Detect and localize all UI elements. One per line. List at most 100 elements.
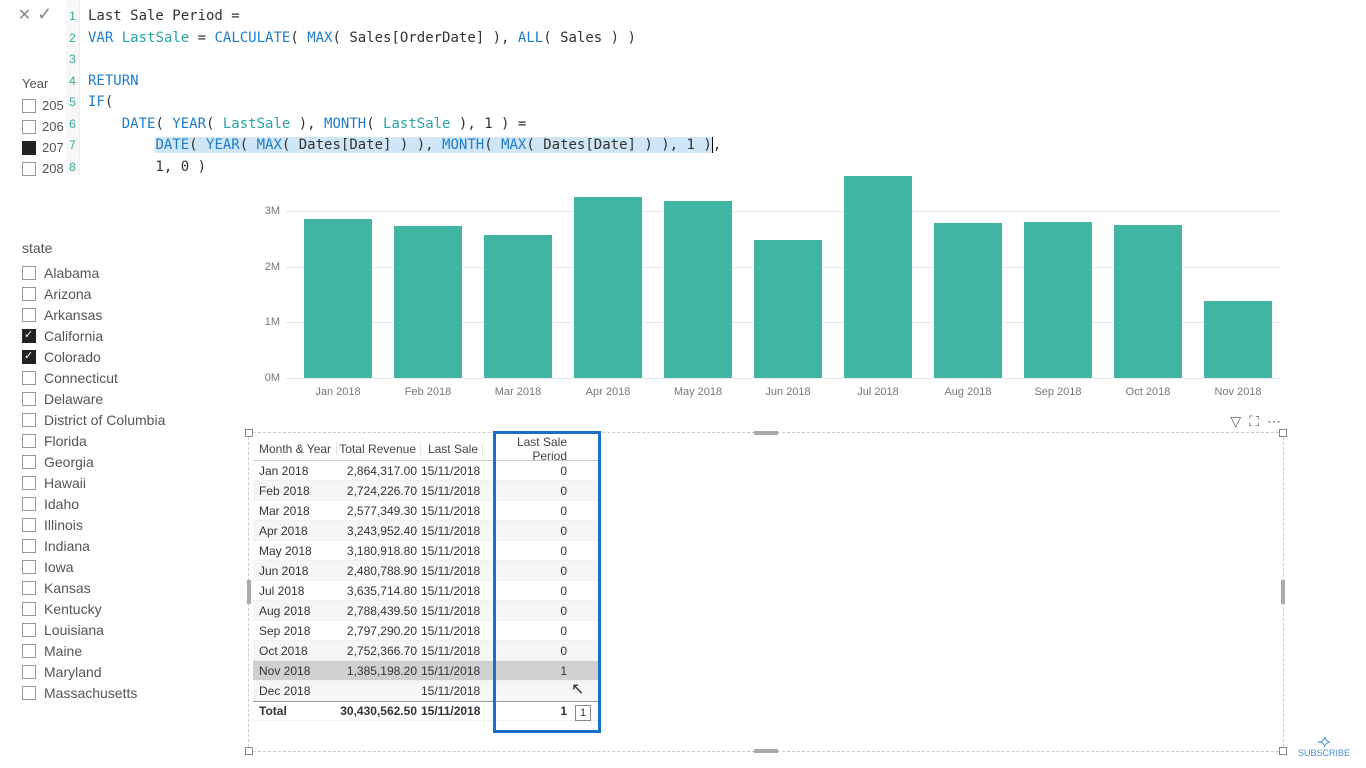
checkbox-icon[interactable] bbox=[22, 644, 36, 658]
checkbox-icon[interactable] bbox=[22, 623, 36, 637]
state-option[interactable]: Connecticut bbox=[22, 367, 222, 388]
edge-handle[interactable] bbox=[754, 431, 778, 435]
chart-bar[interactable] bbox=[754, 240, 822, 378]
more-options-icon[interactable]: ⋯ bbox=[1267, 413, 1281, 430]
chart-bar[interactable] bbox=[1204, 301, 1272, 378]
cancel-formula-icon[interactable]: ✕ bbox=[18, 5, 31, 25]
state-label: Georgia bbox=[44, 454, 94, 470]
state-option[interactable]: Maine bbox=[22, 640, 222, 661]
table-row[interactable]: Oct 20182,752,366.7015/11/20180 bbox=[253, 641, 599, 661]
table-row[interactable]: Aug 20182,788,439.5015/11/20180 bbox=[253, 601, 599, 621]
focus-mode-icon[interactable]: ⛶ bbox=[1249, 413, 1259, 430]
checkbox-icon[interactable] bbox=[22, 99, 36, 113]
checkbox-icon[interactable] bbox=[22, 455, 36, 469]
chart-bar[interactable] bbox=[1114, 225, 1182, 378]
checkbox-icon[interactable] bbox=[22, 266, 36, 280]
resize-handle[interactable] bbox=[245, 429, 253, 437]
state-label: Connecticut bbox=[44, 370, 118, 386]
table-row[interactable]: Sep 20182,797,290.2015/11/20180 bbox=[253, 621, 599, 641]
year-option[interactable]: 208 bbox=[22, 158, 64, 179]
checkbox-icon[interactable] bbox=[22, 434, 36, 448]
x-axis-label: Jul 2018 bbox=[844, 386, 912, 398]
state-option[interactable]: Florida bbox=[22, 430, 222, 451]
checkbox-icon[interactable] bbox=[22, 371, 36, 385]
checkbox-icon[interactable] bbox=[22, 581, 36, 595]
col-header[interactable]: Month & Year bbox=[253, 442, 337, 456]
table-row[interactable]: Jun 20182,480,788.9015/11/20180 bbox=[253, 561, 599, 581]
year-slicer[interactable]: Year 205206207208 bbox=[22, 76, 64, 179]
state-option[interactable]: Alabama bbox=[22, 262, 222, 283]
state-option[interactable]: Arkansas bbox=[22, 304, 222, 325]
state-option[interactable]: Iowa bbox=[22, 556, 222, 577]
col-header[interactable]: Last Sale bbox=[421, 442, 483, 456]
checkbox-icon[interactable] bbox=[22, 602, 36, 616]
revenue-bar-chart[interactable]: 0M1M2M3MJan 2018Feb 2018Mar 2018Apr 2018… bbox=[240, 172, 1280, 400]
year-option[interactable]: 206 bbox=[22, 116, 64, 137]
resize-handle[interactable] bbox=[245, 747, 253, 755]
resize-handle[interactable] bbox=[1279, 429, 1287, 437]
checkbox-icon[interactable] bbox=[22, 560, 36, 574]
chart-bar[interactable] bbox=[394, 226, 462, 378]
state-slicer[interactable]: state AlabamaArizonaArkansasCaliforniaCo… bbox=[22, 240, 222, 703]
state-option[interactable]: Hawaii bbox=[22, 472, 222, 493]
checkbox-icon[interactable] bbox=[22, 308, 36, 322]
table-row[interactable]: Nov 20181,385,198.2015/11/20181 bbox=[253, 661, 599, 681]
checkbox-icon[interactable] bbox=[22, 497, 36, 511]
state-option[interactable]: Idaho bbox=[22, 493, 222, 514]
cell-revenue: 2,797,290.20 bbox=[337, 624, 421, 638]
edge-handle[interactable] bbox=[1281, 580, 1285, 604]
edge-handle[interactable] bbox=[247, 580, 251, 604]
checkbox-icon[interactable] bbox=[22, 413, 36, 427]
state-option[interactable]: Kentucky bbox=[22, 598, 222, 619]
checkbox-icon[interactable] bbox=[22, 329, 36, 343]
chart-bar[interactable] bbox=[1024, 222, 1092, 378]
commit-formula-icon[interactable]: ✓ bbox=[37, 4, 52, 25]
cell-period: 0 bbox=[483, 644, 573, 658]
state-option[interactable]: Georgia bbox=[22, 451, 222, 472]
edge-handle[interactable] bbox=[754, 749, 778, 753]
table-row[interactable]: Dec 201815/11/2018 bbox=[253, 681, 599, 701]
table-row[interactable]: Jul 20183,635,714.8015/11/20180 bbox=[253, 581, 599, 601]
state-option[interactable]: Arizona bbox=[22, 283, 222, 304]
data-table-visual[interactable]: ▽ ⛶ ⋯ Month & YearTotal RevenueLast Sale… bbox=[248, 432, 1284, 752]
col-header[interactable]: Total Revenue bbox=[337, 442, 421, 456]
chart-bar[interactable] bbox=[844, 176, 912, 378]
checkbox-icon[interactable] bbox=[22, 665, 36, 679]
state-option[interactable]: Delaware bbox=[22, 388, 222, 409]
state-option[interactable]: Illinois bbox=[22, 514, 222, 535]
col-header[interactable]: Last Sale Period bbox=[483, 435, 573, 463]
chart-bar[interactable] bbox=[574, 197, 642, 378]
table-row[interactable]: Mar 20182,577,349.3015/11/20180 bbox=[253, 501, 599, 521]
filter-icon[interactable]: ▽ bbox=[1230, 413, 1241, 430]
table-row[interactable]: May 20183,180,918.8015/11/20180 bbox=[253, 541, 599, 561]
checkbox-icon[interactable] bbox=[22, 392, 36, 406]
table-row[interactable]: Feb 20182,724,226.7015/11/20180 bbox=[253, 481, 599, 501]
state-option[interactable]: Louisiana bbox=[22, 619, 222, 640]
checkbox-icon[interactable] bbox=[22, 287, 36, 301]
chart-bar[interactable] bbox=[484, 235, 552, 378]
state-option[interactable]: Massachusetts bbox=[22, 682, 222, 703]
state-option[interactable]: Colorado bbox=[22, 346, 222, 367]
chart-bar[interactable] bbox=[664, 201, 732, 378]
checkbox-icon[interactable] bbox=[22, 539, 36, 553]
checkbox-icon[interactable] bbox=[22, 518, 36, 532]
table-row[interactable]: Apr 20183,243,952.4015/11/20180 bbox=[253, 521, 599, 541]
year-option[interactable]: 205 bbox=[22, 95, 64, 116]
table-row[interactable]: Jan 20182,864,317.0015/11/20180 bbox=[253, 461, 599, 481]
checkbox-icon[interactable] bbox=[22, 686, 36, 700]
checkbox-icon[interactable] bbox=[22, 141, 36, 155]
state-option[interactable]: District of Columbia bbox=[22, 409, 222, 430]
chart-bar[interactable] bbox=[934, 223, 1002, 378]
checkbox-icon[interactable] bbox=[22, 350, 36, 364]
chart-bar[interactable] bbox=[304, 219, 372, 378]
checkbox-icon[interactable] bbox=[22, 120, 36, 134]
state-option[interactable]: Indiana bbox=[22, 535, 222, 556]
state-option[interactable]: Maryland bbox=[22, 661, 222, 682]
state-option[interactable]: Kansas bbox=[22, 577, 222, 598]
dax-editor[interactable]: Last Sale Period = VAR LastSale = CALCUL… bbox=[80, 0, 1366, 175]
checkbox-icon[interactable] bbox=[22, 476, 36, 490]
checkbox-icon[interactable] bbox=[22, 162, 36, 176]
year-option[interactable]: 207 bbox=[22, 137, 64, 158]
resize-handle[interactable] bbox=[1279, 747, 1287, 755]
state-option[interactable]: California bbox=[22, 325, 222, 346]
